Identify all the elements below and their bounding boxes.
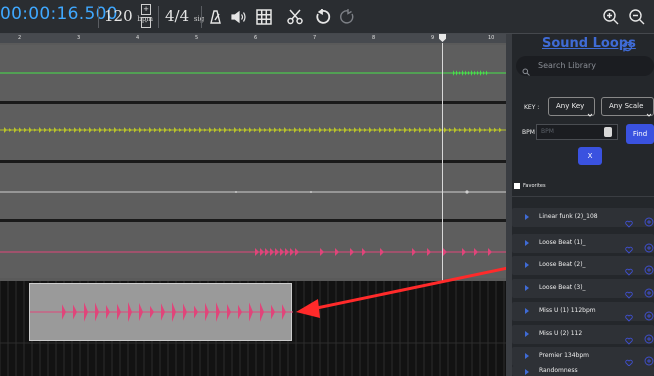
chevron-down-icon (587, 103, 593, 117)
timeline-ruler[interactable]: 2 3 4 5 6 7 8 9 10 (0, 34, 506, 43)
toolbar-divider (201, 6, 202, 28)
scale-select-value: Any Scale (609, 102, 644, 110)
ruler-tick-label: 4 (136, 35, 140, 41)
ruler-tick-label: 5 (195, 35, 199, 41)
bpm-placeholder: BPM (541, 128, 554, 135)
track-lane[interactable] (0, 163, 506, 219)
heart-icon[interactable] (625, 239, 633, 254)
find-button[interactable]: Find (626, 124, 654, 144)
heart-icon[interactable] (625, 352, 633, 367)
heart-icon[interactable] (625, 213, 633, 228)
loop-item[interactable]: Loose Beat (1)_ (512, 234, 654, 254)
ruler-tick-label: 10 (488, 35, 495, 41)
panel-scrollbar[interactable] (506, 34, 512, 376)
add-icon[interactable] (644, 212, 654, 227)
ruler-tick-label: 9 (431, 35, 435, 41)
play-icon[interactable] (525, 214, 529, 220)
loop-item[interactable]: Linear funk (2)_108 (512, 208, 654, 228)
track-lane[interactable] (0, 222, 506, 278)
track-lane[interactable] (0, 45, 506, 101)
loop-item[interactable]: Loose Beat (3)_ (512, 279, 654, 299)
selected-clip[interactable] (29, 283, 319, 341)
loop-name: Randomness (539, 367, 578, 374)
loop-name: Miss U (2) 112 (539, 330, 583, 337)
loop-name: Loose Beat (3)_ (539, 284, 586, 291)
loop-name: Loose Beat (1)_ (539, 239, 586, 246)
loop-item[interactable]: Randomness (512, 366, 654, 376)
key-select-value: Any Key (556, 102, 585, 110)
add-icon[interactable] (644, 329, 654, 344)
toolbar-divider (98, 6, 99, 28)
refresh-icon[interactable] (621, 38, 634, 52)
heart-icon[interactable] (625, 261, 633, 276)
waveform-pink (0, 248, 506, 256)
track-lane[interactable] (0, 104, 506, 160)
play-icon[interactable] (525, 353, 529, 359)
heart-icon[interactable] (625, 284, 633, 299)
play-icon[interactable] (525, 308, 529, 314)
play-icon[interactable] (525, 331, 529, 337)
panel-divider (510, 196, 654, 197)
play-icon[interactable] (525, 240, 529, 246)
waveform-gray (0, 190, 506, 194)
grid-icon[interactable] (255, 8, 273, 26)
toolbar-divider (158, 6, 159, 28)
zoom-out-icon[interactable] (628, 8, 646, 26)
transport-toolbar: 00:00:16.500 120 bpm + - 4/4 sig (0, 0, 654, 34)
clip-editor[interactable] (0, 281, 506, 376)
daw-app: 00:00:16.500 120 bpm + - 4/4 sig 2 3 4 5… (0, 0, 654, 376)
loop-item[interactable]: Loose Beat (2)_ (512, 256, 654, 276)
add-icon[interactable] (644, 283, 654, 298)
ruler-tick-label: 8 (372, 35, 376, 41)
loop-name: Premier 134bpm (539, 352, 590, 359)
metronome-icon[interactable] (206, 8, 224, 26)
add-icon[interactable] (644, 351, 654, 366)
waveform-yellow (0, 127, 506, 133)
loop-item[interactable]: Miss U (1) 112bpm (512, 302, 654, 322)
search-placeholder: Search Library (538, 61, 596, 70)
redo-icon[interactable] (339, 8, 357, 26)
scissors-icon[interactable] (286, 8, 304, 26)
search-icon (522, 61, 530, 76)
play-icon[interactable] (525, 285, 529, 291)
chevron-down-icon (646, 103, 652, 117)
play-icon[interactable] (525, 369, 529, 375)
ruler-tick-label: 2 (18, 35, 22, 41)
loop-item[interactable]: Premier 134bpm (512, 347, 654, 367)
add-icon[interactable] (644, 260, 654, 275)
time-signature-display[interactable]: 4/4 sig (165, 7, 204, 25)
loop-item[interactable]: Miss U (2) 112 (512, 325, 654, 345)
volume-icon[interactable] (230, 8, 248, 26)
clip-waveform (30, 302, 319, 322)
time-sig-unit: sig (193, 15, 205, 23)
track-area[interactable] (0, 43, 506, 281)
playhead-line[interactable] (442, 43, 443, 281)
favorites-label: Favorites (523, 183, 546, 189)
time-display: 00:00:16.500 (0, 4, 118, 24)
heart-icon[interactable] (625, 307, 633, 322)
ruler-tick-label: 3 (77, 35, 81, 41)
ruler-tick-label: 7 (313, 35, 317, 41)
heart-icon[interactable] (625, 330, 633, 345)
bpm-increase-button[interactable]: + (141, 4, 151, 15)
ruler-tick-label: 6 (254, 35, 258, 41)
loop-name: Loose Beat (2)_ (539, 261, 586, 268)
time-sig-value: 4/4 (165, 7, 190, 25)
zoom-in-icon[interactable] (602, 8, 620, 26)
key-label: KEY : (524, 104, 540, 111)
add-icon[interactable] (644, 306, 654, 321)
add-icon[interactable] (644, 238, 654, 253)
loop-name: Linear funk (2)_108 (539, 213, 598, 220)
undo-icon[interactable] (313, 8, 331, 26)
bpm-input-stepper[interactable] (604, 127, 612, 137)
bpm-value: 120 (104, 7, 133, 25)
bpm-stepper[interactable]: + - (141, 4, 151, 30)
favorites-checkbox[interactable] (514, 183, 520, 189)
bpm-decrease-button[interactable]: - (141, 17, 151, 28)
clear-button[interactable]: X (578, 147, 602, 165)
play-icon[interactable] (525, 262, 529, 268)
waveform-green (0, 70, 506, 76)
loop-name: Miss U (1) 112bpm (539, 307, 596, 314)
